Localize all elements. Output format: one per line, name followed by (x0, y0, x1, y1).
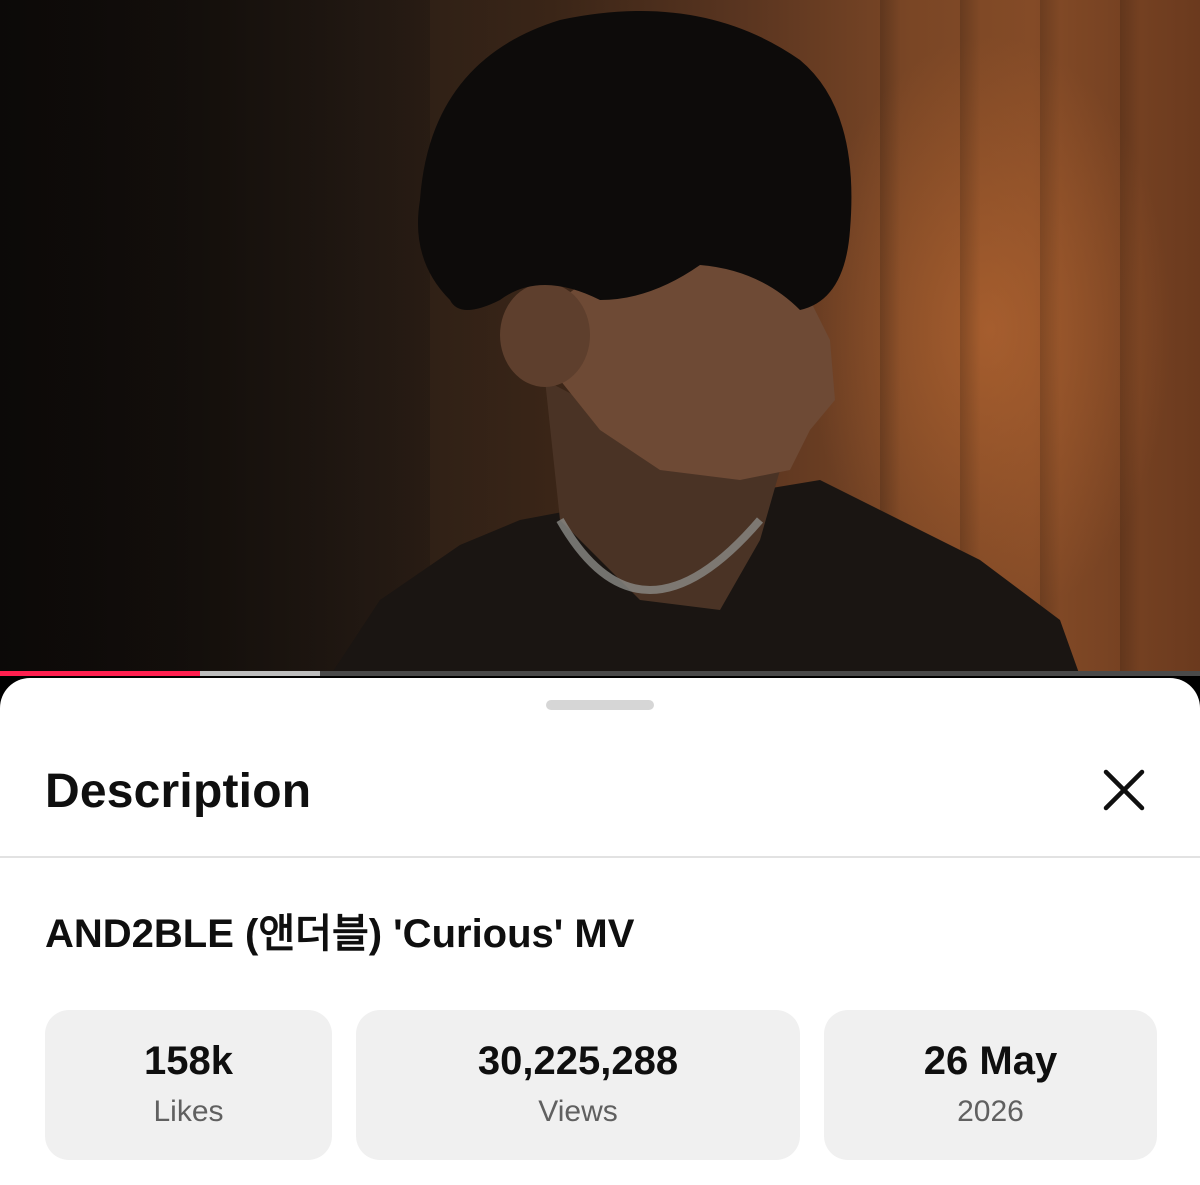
video-progress-bar[interactable] (0, 671, 1200, 676)
video-player[interactable] (0, 0, 1200, 676)
date-stat: 26 May 2026 (824, 1010, 1157, 1160)
likes-label: Likes (153, 1095, 224, 1128)
divider (0, 856, 1200, 858)
drag-handle[interactable] (546, 700, 654, 710)
video-frame-figure (330, 11, 1080, 676)
progress-played (0, 671, 200, 676)
close-button[interactable] (1094, 760, 1154, 820)
description-sheet: Description AND2BLE (앤더블) 'Curious' MV 1… (0, 678, 1200, 1185)
publish-year: 2026 (957, 1095, 1024, 1128)
views-count: 30,225,288 (477, 1039, 679, 1083)
views-label: Views (538, 1095, 618, 1128)
video-title: AND2BLE (앤더블) 'Curious' MV (45, 912, 635, 956)
publish-date: 26 May (923, 1039, 1058, 1083)
likes-count: 158k (144, 1039, 233, 1083)
likes-stat: 158k Likes (45, 1010, 332, 1160)
close-icon (1103, 769, 1145, 811)
views-stat: 30,225,288 Views (356, 1010, 800, 1160)
app-screen: Description AND2BLE (앤더블) 'Curious' MV 1… (0, 0, 1200, 1185)
sheet-title: Description (45, 765, 312, 818)
